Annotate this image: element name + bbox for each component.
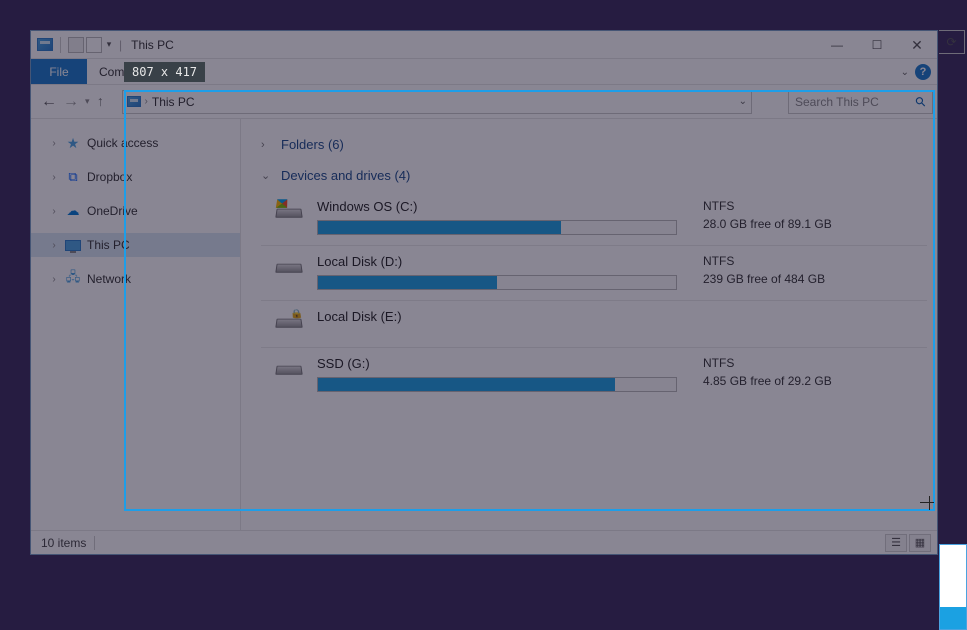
address-dropdown-icon[interactable]: ⌄ (739, 96, 747, 107)
cloud-icon: ☁ (65, 203, 81, 219)
chevron-down-icon: ⌄ (261, 169, 273, 182)
monitor-icon (127, 96, 141, 107)
drive-filesystem: NTFS (703, 254, 903, 268)
network-icon: 🖧 (65, 271, 81, 287)
drive-icon (275, 199, 303, 227)
drive-usage-bar (317, 275, 677, 290)
group-folders[interactable]: › Folders (6) (261, 133, 927, 156)
file-tab[interactable]: File (31, 59, 87, 84)
dimensions-badge: 807 x 417 (124, 62, 205, 82)
status-item-count: 10 items (41, 536, 86, 550)
refresh-button[interactable]: ⟳ (939, 30, 965, 54)
nav-forward-button[interactable]: → (63, 93, 79, 111)
drive-row[interactable]: Local Disk (E:) (261, 301, 927, 348)
search-placeholder: Search This PC (795, 95, 879, 109)
search-icon: ⚲ (912, 92, 930, 110)
qat-newfolder-button[interactable] (86, 37, 102, 53)
drive-name: Windows OS (C:) (317, 199, 677, 214)
nav-back-button[interactable]: ← (41, 93, 57, 111)
monitor-icon (37, 38, 53, 51)
address-bar[interactable]: › This PC ⌄ (122, 90, 752, 114)
drive-name: Local Disk (E:) (317, 309, 677, 324)
sidebar-item-network[interactable]: ›🖧 Network (31, 267, 240, 291)
sidebar-item-onedrive[interactable]: ›☁ OneDrive (31, 199, 240, 223)
drive-meta: NTFS 28.0 GB free of 89.1 GB (703, 199, 903, 231)
drive-filesystem: NTFS (703, 199, 903, 213)
sidebar-item-label: Network (87, 272, 131, 286)
drive-icon (275, 309, 303, 337)
window-title: This PC (131, 38, 174, 52)
titlebar: ▾ | This PC — ☐ ✕ (31, 31, 937, 59)
nav-history-dropdown[interactable]: ▾ (85, 96, 90, 107)
sidebar-item-dropbox[interactable]: ›⧉ Dropbox (31, 165, 240, 189)
group-devices-drives[interactable]: ⌄ Devices and drives (4) (261, 164, 927, 187)
ribbon-expand-icon[interactable]: ⌄ (901, 67, 909, 78)
snip-magnifier (939, 544, 967, 630)
minimize-button[interactable]: — (817, 31, 857, 59)
drive-row[interactable]: SSD (G:) NTFS 4.85 GB free of 29.2 GB (261, 348, 927, 402)
details-view-button[interactable]: ☰ (885, 534, 907, 552)
sidebar-item-label: This PC (87, 238, 130, 252)
ribbon-tabs: File Computer View ⌄ ? 807 x 417 (31, 59, 937, 85)
sidebar-item-label: Quick access (87, 136, 158, 150)
drive-usage-bar (317, 377, 677, 392)
sidebar-item-label: OneDrive (87, 204, 138, 218)
monitor-icon (65, 237, 81, 253)
drive-free-space: 28.0 GB free of 89.1 GB (703, 217, 903, 231)
drive-row[interactable]: Windows OS (C:) NTFS 28.0 GB free of 89.1 … (261, 191, 927, 246)
drive-name: Local Disk (D:) (317, 254, 677, 269)
drive-meta: NTFS 239 GB free of 484 GB (703, 254, 903, 286)
help-icon[interactable]: ? (915, 64, 931, 80)
sidebar-item-label: Dropbox (87, 170, 132, 184)
qat-customize-dropdown[interactable]: ▾ (104, 39, 114, 50)
sidebar-item-this-pc[interactable]: › This PC (31, 233, 240, 257)
content-pane: › Folders (6) ⌄ Devices and drives (4) W… (241, 119, 937, 530)
drive-filesystem: NTFS (703, 356, 903, 370)
star-icon: ★ (65, 135, 81, 151)
drive-free-space: 239 GB free of 484 GB (703, 272, 903, 286)
chevron-right-icon: › (145, 96, 148, 107)
drive-icon (275, 254, 303, 282)
status-bar: 10 items ☰ ▦ (31, 530, 937, 554)
close-button[interactable]: ✕ (897, 31, 937, 59)
chevron-right-icon: › (261, 139, 273, 151)
drive-meta: NTFS 4.85 GB free of 29.2 GB (703, 356, 903, 388)
dropbox-icon: ⧉ (65, 169, 81, 185)
qat-properties-button[interactable] (68, 37, 84, 53)
drive-usage-bar (317, 220, 677, 235)
nav-up-button[interactable]: ← (95, 95, 111, 109)
drive-row[interactable]: Local Disk (D:) NTFS 239 GB free of 484 GB (261, 246, 927, 301)
tiles-view-button[interactable]: ▦ (909, 534, 931, 552)
drive-free-space: 4.85 GB free of 29.2 GB (703, 374, 903, 388)
sidebar-item-quick-access[interactable]: ›★ Quick access (31, 131, 240, 155)
group-label: Folders (6) (281, 137, 344, 152)
drive-name: SSD (G:) (317, 356, 677, 371)
navigation-bar: ← → ▾ ← › This PC ⌄ ⟳ Search This PC ⚲ (31, 85, 937, 119)
group-label: Devices and drives (4) (281, 168, 410, 183)
explorer-window: ▾ | This PC — ☐ ✕ File Computer View ⌄ ?… (30, 30, 938, 555)
breadcrumb-this-pc[interactable]: This PC (152, 95, 195, 109)
drive-icon (275, 356, 303, 384)
maximize-button[interactable]: ☐ (857, 31, 897, 59)
search-input[interactable]: Search This PC ⚲ (788, 90, 933, 114)
navigation-pane: ›★ Quick access ›⧉ Dropbox ›☁ OneDrive ›… (31, 119, 241, 530)
